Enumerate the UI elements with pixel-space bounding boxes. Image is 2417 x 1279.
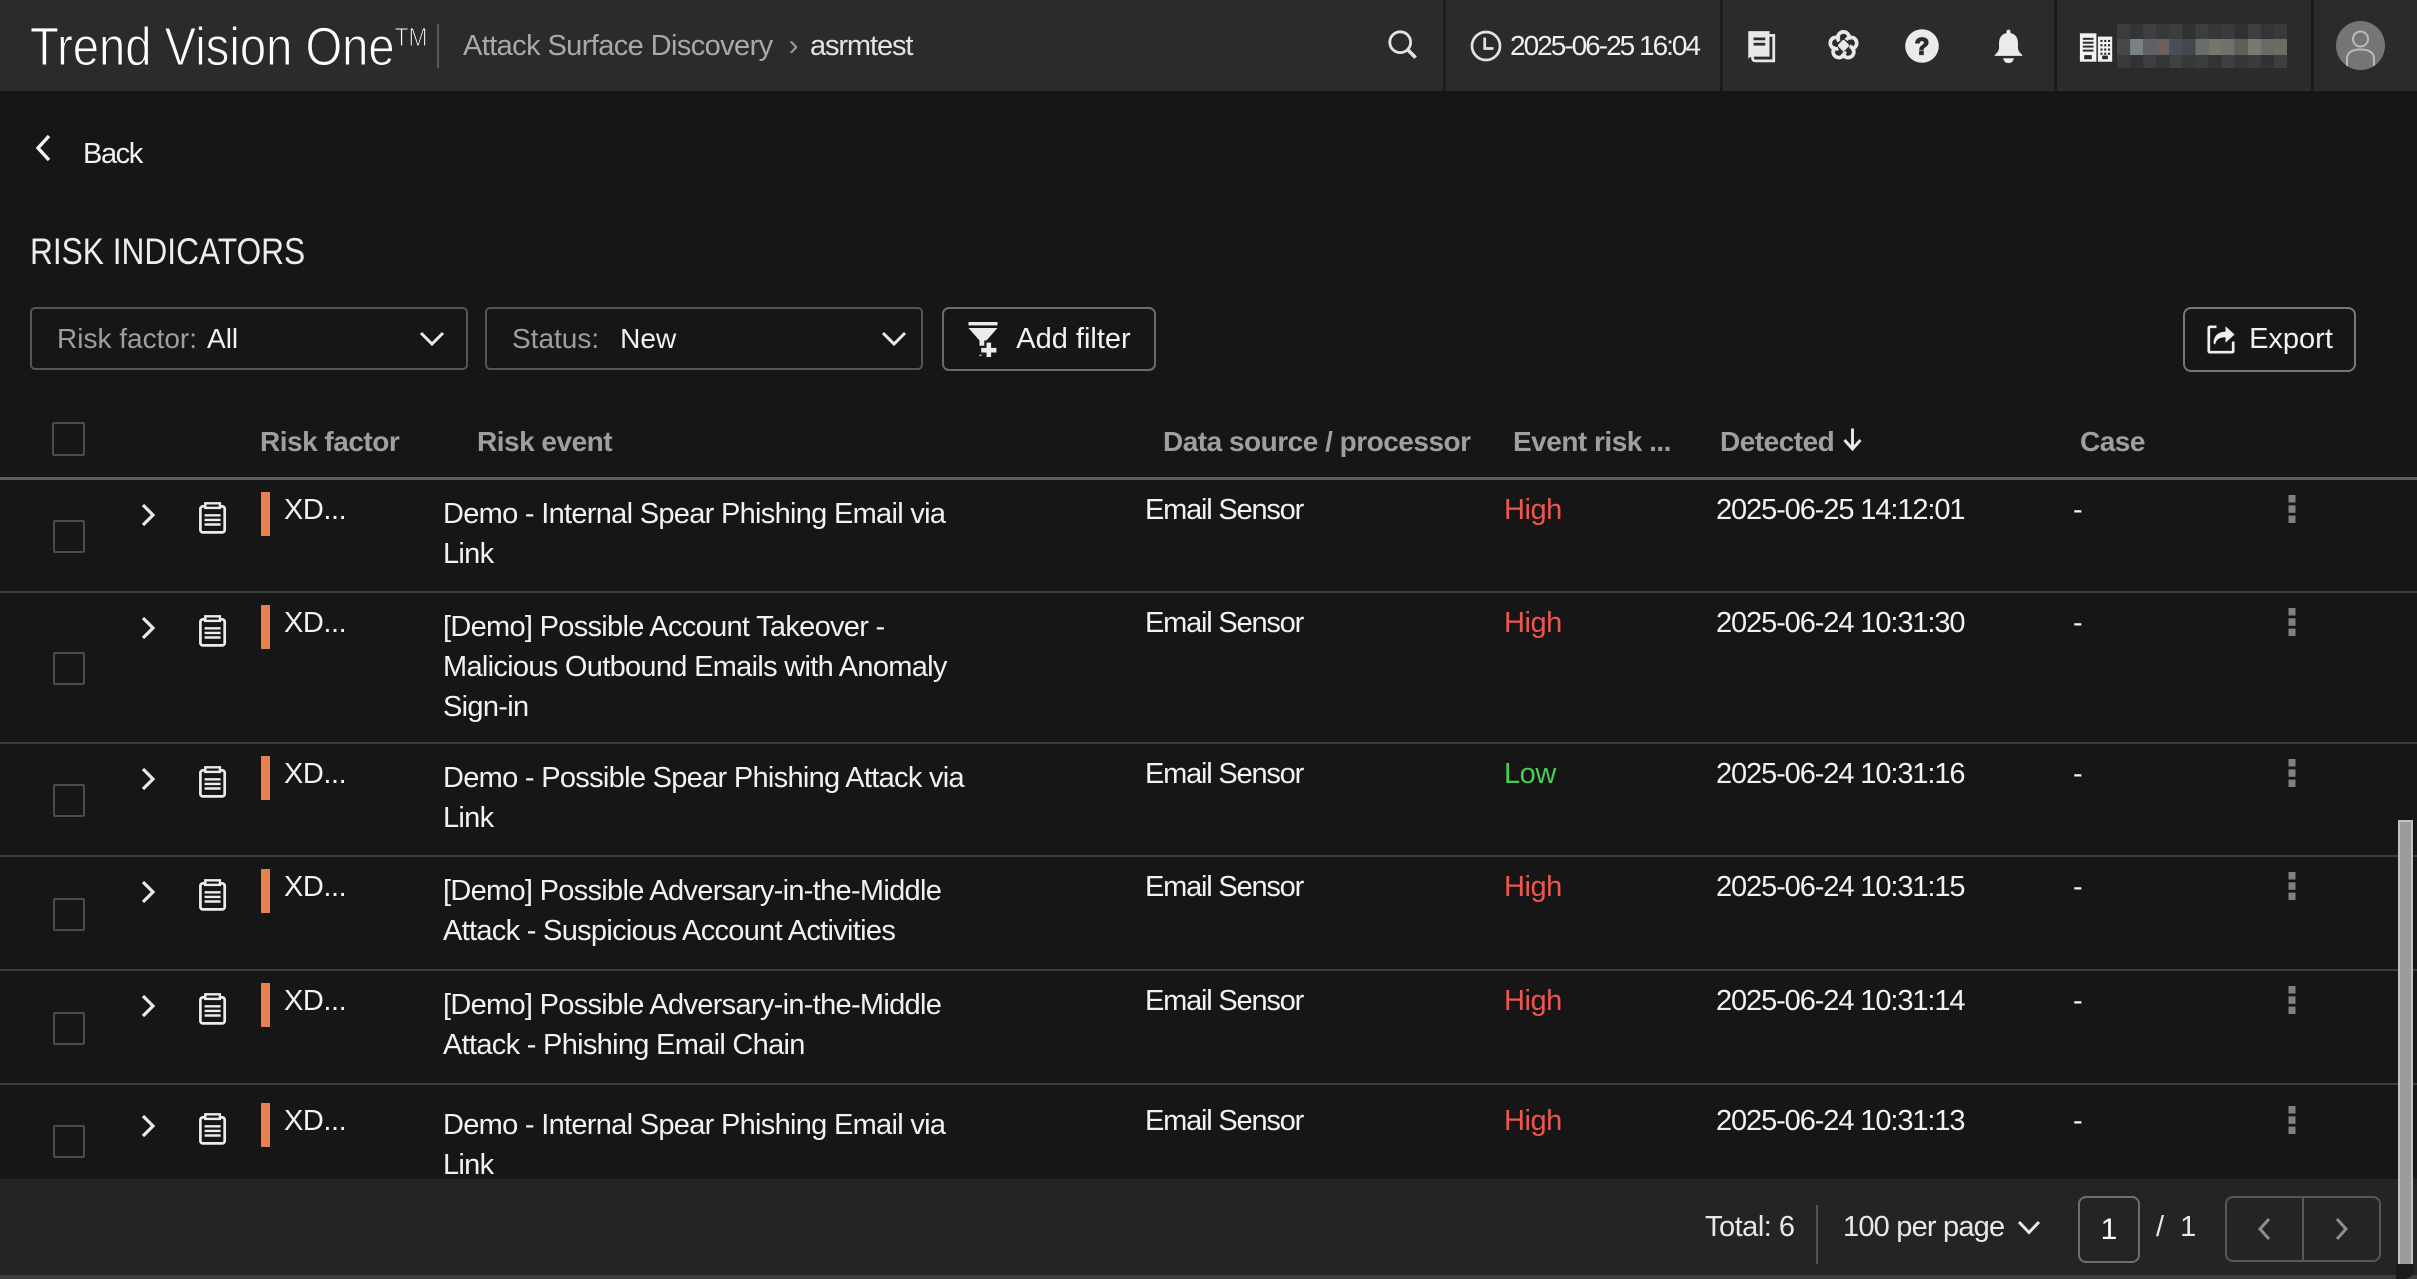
svg-text:?: ? — [1915, 33, 1930, 60]
